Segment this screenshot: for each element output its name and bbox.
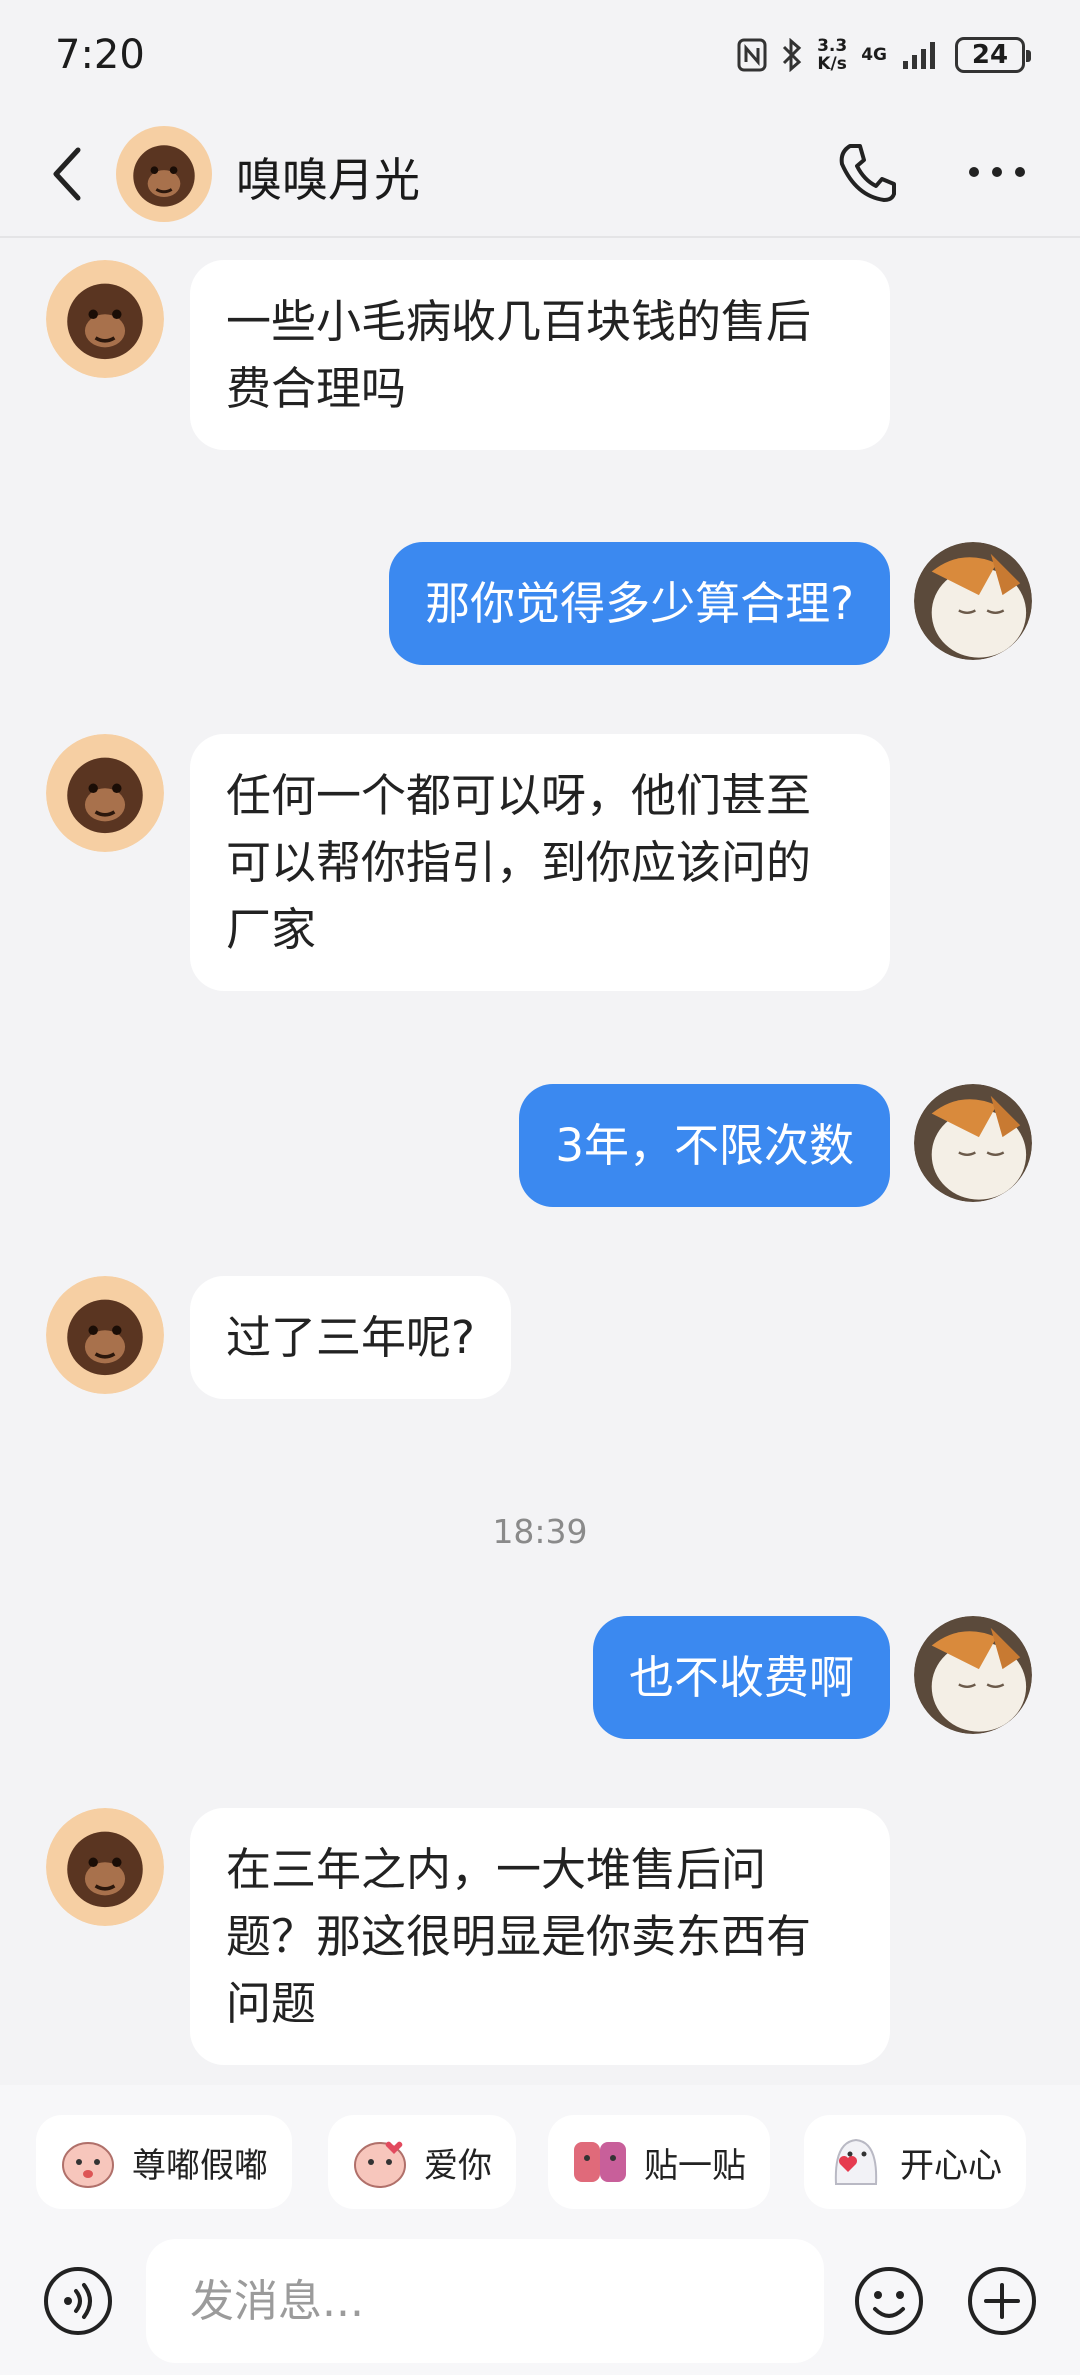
contact-avatar[interactable] bbox=[116, 126, 212, 222]
sticker-label: 尊嘟假嘟 bbox=[132, 2145, 268, 2186]
bluetooth-icon bbox=[783, 38, 802, 72]
network-type: 4G bbox=[861, 45, 887, 65]
chat-header: 嗅嗅月光 bbox=[0, 110, 1080, 238]
sticker-label: 开心心 bbox=[900, 2145, 1002, 2186]
nfc-icon bbox=[737, 38, 767, 72]
contact-avatar[interactable] bbox=[46, 1808, 164, 1926]
incoming-message[interactable]: 过了三年呢? bbox=[190, 1276, 511, 1399]
my-avatar[interactable] bbox=[914, 1084, 1032, 1202]
sticker-ghost-heart-icon bbox=[834, 2138, 878, 2185]
outgoing-message[interactable]: 3年，不限次数 bbox=[519, 1084, 890, 1207]
emoji-icon[interactable] bbox=[853, 2265, 925, 2337]
plus-icon[interactable] bbox=[966, 2265, 1038, 2337]
message-input-bar bbox=[0, 2235, 1080, 2375]
incoming-message[interactable]: 一些小毛病收几百块钱的售后费合理吗 bbox=[190, 260, 890, 450]
message-list[interactable]: 一些小毛病收几百块钱的售后费合理吗 那你觉得多少算合理? 任何一个都可以呀，他们… bbox=[0, 240, 1080, 2080]
outgoing-message[interactable]: 也不收费啊 bbox=[592, 1616, 890, 1739]
incoming-message[interactable]: 任何一个都可以呀，他们甚至可以帮你指引，到你应该问的厂家 bbox=[190, 734, 890, 991]
message-timestamp: 18:39 bbox=[492, 1512, 588, 1551]
quick-sticker-bar: 尊嘟假嘟 爱你 贴一贴 开心心 bbox=[0, 2085, 1080, 2235]
sticker-tie-yi-tie[interactable]: 贴一贴 bbox=[548, 2115, 770, 2209]
more-dots-icon[interactable] bbox=[966, 162, 1028, 182]
battery-indicator: 24 bbox=[955, 37, 1031, 73]
sticker-zundu-jiadu[interactable]: 尊嘟假嘟 bbox=[36, 2115, 292, 2209]
contact-avatar[interactable] bbox=[46, 260, 164, 378]
status-icons: 3.3 K/s 4G 24 bbox=[737, 36, 1031, 74]
outgoing-message[interactable]: 那你觉得多少算合理? bbox=[389, 542, 890, 665]
voice-input-icon[interactable] bbox=[42, 2265, 114, 2337]
message-input[interactable] bbox=[146, 2239, 824, 2363]
phone-icon[interactable] bbox=[836, 140, 896, 204]
sticker-ai-ni[interactable]: 爱你 bbox=[328, 2115, 516, 2209]
net-speed: 3.3 K/s bbox=[817, 36, 848, 74]
sticker-kai-xin-xin[interactable]: 开心心 bbox=[804, 2115, 1026, 2209]
incoming-message[interactable]: 在三年之内，一大堆售后问题？那这很明显是你卖东西有问题 bbox=[190, 1808, 890, 2065]
signal-icon bbox=[903, 42, 935, 69]
contact-avatar[interactable] bbox=[46, 734, 164, 852]
sticker-couple-icon bbox=[574, 2142, 626, 2182]
status-bar: 7:20 3.3 K/s 4G 24 bbox=[0, 0, 1080, 110]
contact-name: 嗅嗅月光 bbox=[236, 153, 420, 207]
my-avatar[interactable] bbox=[914, 1616, 1032, 1734]
sticker-face-icon bbox=[62, 2142, 114, 2188]
sticker-face-icon bbox=[354, 2141, 406, 2188]
sticker-label: 贴一贴 bbox=[644, 2145, 746, 2186]
contact-avatar[interactable] bbox=[46, 1276, 164, 1394]
sticker-label: 爱你 bbox=[424, 2145, 492, 2186]
status-time: 7:20 bbox=[55, 32, 145, 78]
chevron-left-icon[interactable] bbox=[48, 144, 88, 204]
my-avatar[interactable] bbox=[914, 542, 1032, 660]
